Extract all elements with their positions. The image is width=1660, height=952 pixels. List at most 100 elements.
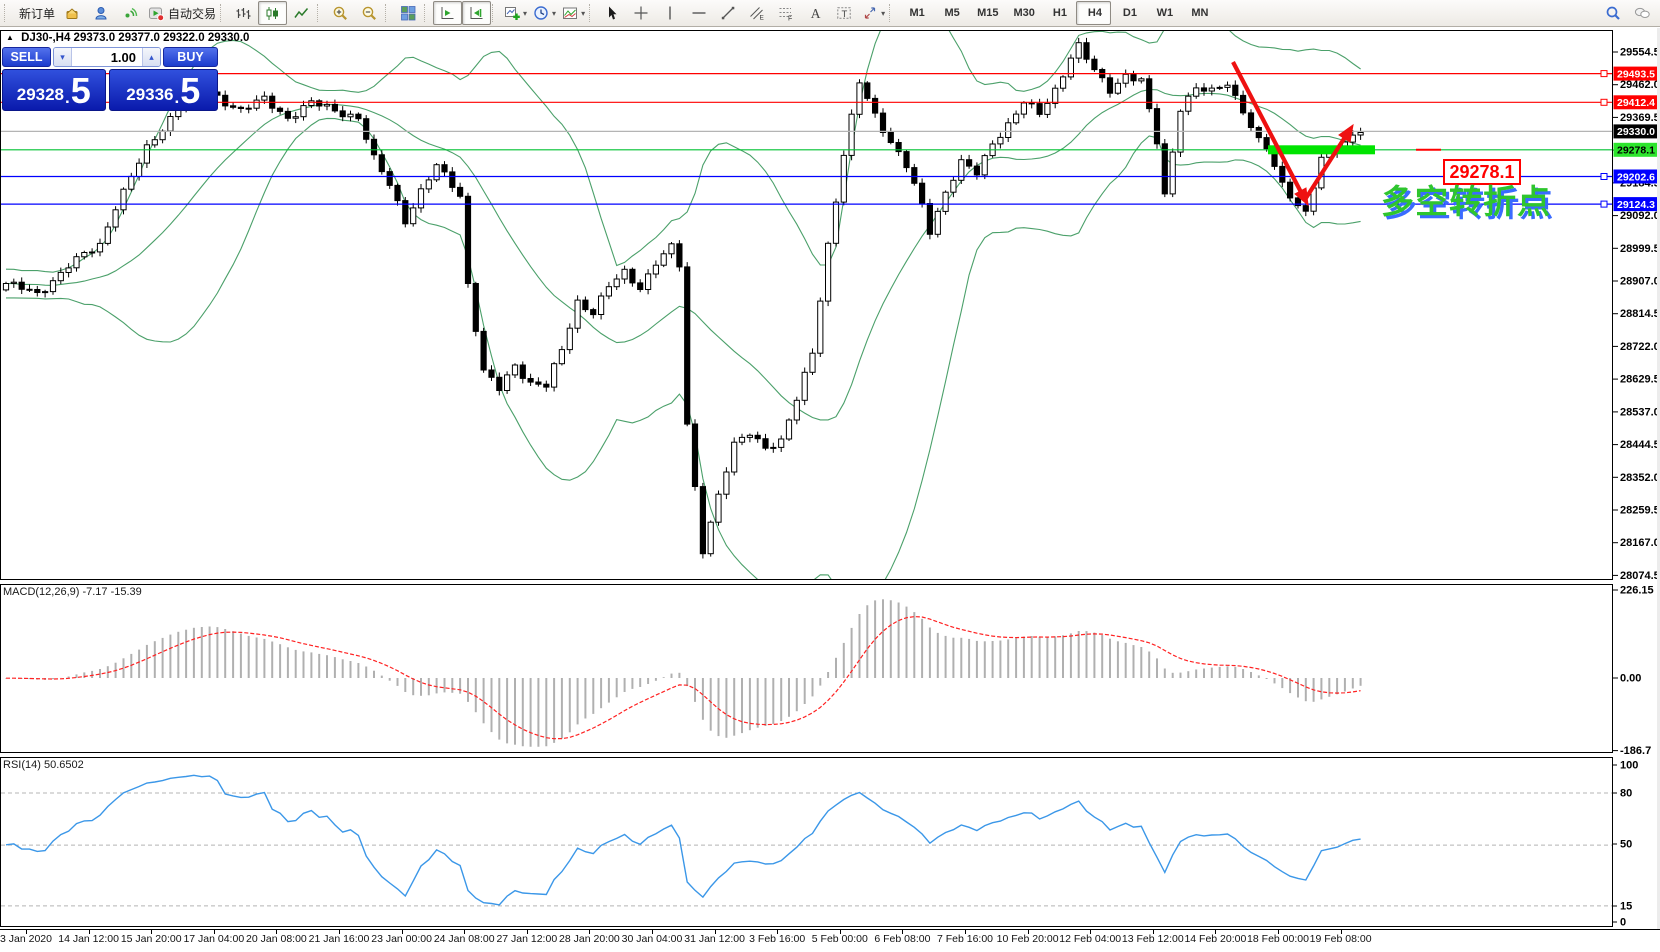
price-axis-tick: 29554.5 <box>1620 47 1660 59</box>
price-tag[interactable]: 29278.1 <box>1614 143 1660 157</box>
line-handle[interactable] <box>1601 201 1607 207</box>
toolbar-separator <box>589 4 595 22</box>
price-axis-tick: 28999.5 <box>1620 243 1660 255</box>
toolbar-fibonacci-button[interactable]: F <box>772 1 801 25</box>
toolbar-zoom-out-button[interactable] <box>355 1 384 25</box>
time-axis-label: 27 Jan 12:00 <box>496 933 557 945</box>
svg-text:T: T <box>842 9 848 20</box>
time-axis-label: 6 Feb 08:00 <box>874 933 930 945</box>
toolbar-bar-chart-button[interactable] <box>229 1 258 25</box>
chart-canvas[interactable]: 29554.529462.029369.529277.029184.529092… <box>0 28 1660 947</box>
annotation-text[interactable]: 多空转折点 <box>1381 175 1551 223</box>
price-tag[interactable]: 29412.4 <box>1614 95 1660 109</box>
buy-price-dot: . <box>175 88 180 108</box>
price-axis-tick: 28444.5 <box>1620 439 1660 451</box>
toolbar-tf-h1-button[interactable]: H1 <box>1041 1 1076 25</box>
sell-button[interactable]: SELL <box>2 47 51 67</box>
toolbar-text-button[interactable]: A <box>801 1 830 25</box>
svg-text:29278.1: 29278.1 <box>1617 145 1655 157</box>
line-handle[interactable] <box>1601 99 1607 105</box>
toolbar-tile-windows-button[interactable] <box>394 1 423 25</box>
toolbar-line-chart-button[interactable] <box>287 1 316 25</box>
toolbar-vertical-line-button[interactable] <box>656 1 685 25</box>
toolbar-tf-w1-button[interactable]: W1 <box>1146 1 1181 25</box>
volume-increase-button[interactable]: ▴ <box>142 48 160 66</box>
time-axis-label: 20 Jan 08:00 <box>246 933 307 945</box>
toolbar-tf-m15-button[interactable]: M15 <box>968 1 1004 25</box>
toolbar-tf-mn-button[interactable]: MN <box>1181 1 1216 25</box>
toolbar-candlestick-chart-button[interactable] <box>258 1 287 25</box>
rsi-axis-tick: 0 <box>1620 917 1626 929</box>
toolbar-equidistant-channel-button[interactable]: E <box>743 1 772 25</box>
price-axis-tick: 28907.0 <box>1620 276 1660 288</box>
time-axis-label: 30 Jan 04:00 <box>622 933 683 945</box>
buy-price-main: 29336 <box>126 82 173 108</box>
toolbar-search-button[interactable] <box>1599 1 1628 25</box>
time-axis-label: 12 Feb 04:00 <box>1059 933 1121 945</box>
toolbar-separator <box>492 4 498 22</box>
volume-decrease-button[interactable]: ▾ <box>54 48 72 66</box>
price-tag[interactable]: 29493.5 <box>1614 67 1660 81</box>
toolbar-chart-shift-button[interactable] <box>462 1 491 25</box>
toolbar-trendline-button[interactable] <box>714 1 743 25</box>
line-handle[interactable] <box>1601 174 1607 180</box>
svg-text:29493.5: 29493.5 <box>1617 68 1655 80</box>
toolbar-cursor-button[interactable] <box>598 1 627 25</box>
sell-price-main: 29328 <box>17 82 64 108</box>
toolbar-horizontal-line-button[interactable] <box>685 1 714 25</box>
toolbar-tf-m5-button[interactable]: M5 <box>933 1 968 25</box>
time-axis-label: 28 Jan 20:00 <box>559 933 620 945</box>
toolbar: 新订单自动交易▾▾▾EFAT▾M1M5M15M30H1H4D1W1MN <box>0 0 1660 27</box>
toolbar-tf-m1-button[interactable]: M1 <box>898 1 933 25</box>
sell-price-fraction: 5 <box>71 74 91 108</box>
chart-ohlc-values: 29373.0 29377.0 29322.0 29330.0 <box>74 32 250 44</box>
price-axis-tick: 28074.5 <box>1620 570 1660 582</box>
annotation-zone[interactable] <box>1268 145 1375 154</box>
toolbar-text-label-button[interactable]: T <box>830 1 859 25</box>
buy-button[interactable]: BUY <box>163 47 218 67</box>
trade-panel: SELL ▾ 1.00 ▴ BUY 29328.5 29336.5 <box>2 47 218 111</box>
toolbar-new-chart-button[interactable]: ▾ <box>501 1 530 25</box>
volume-input[interactable]: 1.00 <box>72 48 142 66</box>
toolbar-crosshair-button[interactable] <box>627 1 656 25</box>
price-tag[interactable]: 29124.3 <box>1614 197 1660 211</box>
chart-title: ▲ DJ30-,H4 29373.0 29377.0 29322.0 29330… <box>6 32 249 44</box>
svg-text:29202.6: 29202.6 <box>1617 171 1655 183</box>
svg-text:29412.4: 29412.4 <box>1617 97 1655 109</box>
time-axis-label: 3 Feb 16:00 <box>749 933 805 945</box>
toolbar-auto-scroll-button[interactable] <box>433 1 462 25</box>
toolbar-separator <box>220 4 226 22</box>
macd-axis-tick: 0.00 <box>1620 673 1641 685</box>
svg-text:F: F <box>788 15 792 22</box>
toolbar-arrows-button[interactable]: ▾ <box>859 1 888 25</box>
toolbar-periods-button[interactable]: ▾ <box>530 1 559 25</box>
time-axis-label: 5 Feb 00:00 <box>812 933 868 945</box>
toolbar-chat-button[interactable] <box>1628 1 1657 25</box>
price-tag[interactable]: 29202.6 <box>1614 170 1660 184</box>
toolbar-tf-m30-button[interactable]: M30 <box>1005 1 1041 25</box>
time-axis-label: 15 Jan 20:00 <box>121 933 182 945</box>
rsi-indicator-label: RSI(14) 50.6502 <box>3 759 84 771</box>
volume-stepper: ▾ 1.00 ▴ <box>53 47 161 67</box>
toolbar-new-order-button[interactable]: 新订单 <box>13 1 58 25</box>
price-chart-svg[interactable]: 29554.529462.029369.529277.029184.529092… <box>0 28 1660 947</box>
toolbar-zoom-in-button[interactable] <box>326 1 355 25</box>
rsi-axis-tick: 80 <box>1620 788 1632 800</box>
toolbar-data-window-button[interactable] <box>87 1 116 25</box>
svg-text:29330.0: 29330.0 <box>1617 126 1655 138</box>
toolbar-tf-d1-button[interactable]: D1 <box>1111 1 1146 25</box>
rsi-axis-tick: 15 <box>1620 901 1632 913</box>
svg-text:E: E <box>760 14 765 21</box>
toolbar-market-watch-button[interactable] <box>58 1 87 25</box>
time-axis-label: 31 Jan 12:00 <box>684 933 745 945</box>
sell-price-button[interactable]: 29328.5 <box>2 69 106 111</box>
line-handle[interactable] <box>1601 71 1607 77</box>
price-tag[interactable]: 29330.0 <box>1614 124 1660 138</box>
toolbar-auto-trading-button[interactable]: 自动交易 <box>145 1 219 25</box>
buy-price-button[interactable]: 29336.5 <box>109 69 218 111</box>
time-axis-label: 17 Jan 04:00 <box>183 933 244 945</box>
toolbar-templates-button[interactable]: ▾ <box>559 1 588 25</box>
toolbar-tf-h4-button[interactable]: H4 <box>1076 1 1111 25</box>
toolbar-navigator-button[interactable] <box>116 1 145 25</box>
chart-corner-icon: ▲ <box>6 33 14 42</box>
